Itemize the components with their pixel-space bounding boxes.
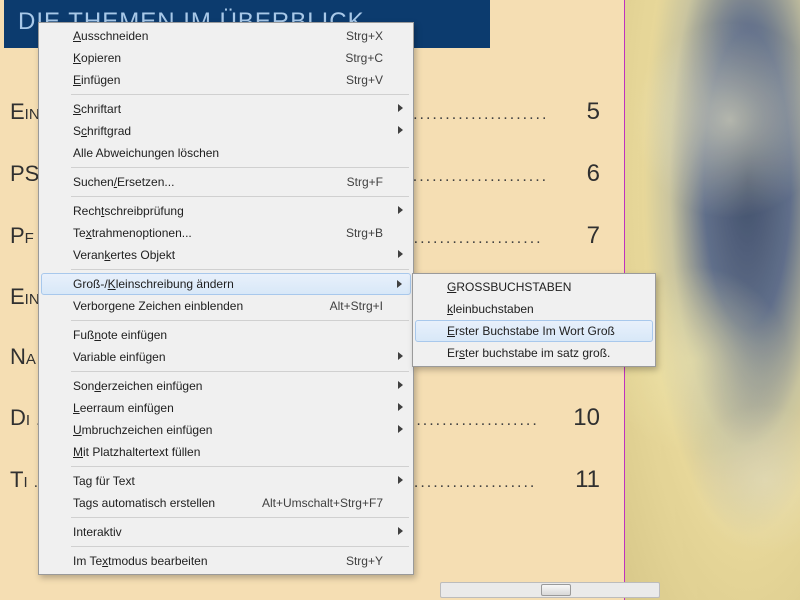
menu-item-autotag[interactable]: Tags automatisch erstellenAlt+Umschalt+S… <box>41 492 411 514</box>
toc-label: Ein <box>10 284 40 310</box>
toc-label: PS <box>10 161 39 187</box>
submenu-arrow-icon <box>398 352 403 360</box>
toc-page: 5 <box>587 98 600 126</box>
menu-separator <box>71 94 409 95</box>
menu-label: Erster buchstabe im satz groß. <box>447 346 625 360</box>
menu-separator <box>71 269 409 270</box>
menu-label: Umbruchzeichen einfügen <box>73 423 383 437</box>
submenu-arrow-icon <box>398 126 403 134</box>
menu-item-whitespace[interactable]: Leerraum einfügen <box>41 397 411 419</box>
menu-item-tag-for-text[interactable]: Tag für Text <box>41 470 411 492</box>
submenu-arrow-icon <box>398 425 403 433</box>
menu-item-anchored-object[interactable]: Verankertes Objekt <box>41 244 411 266</box>
submenu-arrow-icon <box>398 403 403 411</box>
submenu-item-title-case[interactable]: Erster Buchstabe Im Wort Groß <box>415 320 653 342</box>
menu-item-spellcheck[interactable]: Rechtschreibprüfung <box>41 200 411 222</box>
menu-item-variable[interactable]: Variable einfügen <box>41 346 411 368</box>
menu-item-find-replace[interactable]: Suchen/Ersetzen...Strg+F <box>41 171 411 193</box>
menu-separator <box>71 517 409 518</box>
menu-label: Interaktiv <box>73 525 383 539</box>
menu-label: Einfügen <box>73 73 346 87</box>
menu-label: Rechtschreibprüfung <box>73 204 383 218</box>
menu-separator <box>71 320 409 321</box>
toc-label: Di <box>10 405 30 431</box>
submenu-arrow-icon <box>398 527 403 535</box>
menu-label: Mit Platzhaltertext füllen <box>73 445 383 459</box>
menu-shortcut: Strg+V <box>346 73 383 87</box>
menu-label: Leerraum einfügen <box>73 401 383 415</box>
toc-label: Na <box>10 344 36 370</box>
menu-label: Suchen/Ersetzen... <box>73 175 347 189</box>
toc-label: Ti <box>10 467 28 493</box>
menu-label: Im Textmodus bearbeiten <box>73 554 346 568</box>
menu-label: Fußnote einfügen <box>73 328 383 342</box>
menu-label: Verborgene Zeichen einblenden <box>73 299 330 313</box>
toc-page: 6 <box>587 160 600 188</box>
menu-item-interactive[interactable]: Interaktiv <box>41 521 411 543</box>
menu-label: Groß-/Kleinschreibung ändern <box>73 277 383 291</box>
submenu-arrow-icon <box>397 280 402 288</box>
submenu-change-case[interactable]: GROSSBUCHSTABEN kleinbuchstaben Erster B… <box>412 273 656 367</box>
menu-label: Variable einfügen <box>73 350 383 364</box>
toc-label: Ein <box>10 99 40 125</box>
menu-item-font[interactable]: Schriftart <box>41 98 411 120</box>
submenu-arrow-icon <box>398 250 403 258</box>
menu-item-paste[interactable]: EinfügenStrg+V <box>41 69 411 91</box>
toc-page: 7 <box>587 222 600 250</box>
toc-label: Pf <box>10 223 34 249</box>
menu-shortcut: Strg+B <box>346 226 383 240</box>
submenu-item-lowercase[interactable]: kleinbuchstaben <box>415 298 653 320</box>
menu-label: Verankertes Objekt <box>73 248 383 262</box>
toc-page: 11 <box>575 466 600 494</box>
menu-shortcut: Alt+Umschalt+Strg+F7 <box>262 496 383 510</box>
menu-label: Ausschneiden <box>73 29 346 43</box>
menu-item-special-char[interactable]: Sonderzeichen einfügen <box>41 375 411 397</box>
submenu-item-uppercase[interactable]: GROSSBUCHSTABEN <box>415 276 653 298</box>
menu-shortcut: Strg+Y <box>346 554 383 568</box>
toc-page: 10 <box>573 404 600 432</box>
menu-label: Tags automatisch erstellen <box>73 496 262 510</box>
menu-item-frame-options[interactable]: Textrahmenoptionen...Strg+B <box>41 222 411 244</box>
menu-item-break-char[interactable]: Umbruchzeichen einfügen <box>41 419 411 441</box>
horizontal-scrollbar[interactable] <box>440 582 660 598</box>
submenu-item-sentence-case[interactable]: Erster buchstabe im satz groß. <box>415 342 653 364</box>
menu-separator <box>71 371 409 372</box>
menu-shortcut: Strg+X <box>346 29 383 43</box>
menu-shortcut: Alt+Strg+I <box>330 299 383 313</box>
menu-item-clear-overrides[interactable]: Alle Abweichungen löschen <box>41 142 411 164</box>
submenu-arrow-icon <box>398 104 403 112</box>
menu-label: Erster Buchstabe Im Wort Groß <box>447 324 625 338</box>
menu-label: Textrahmenoptionen... <box>73 226 346 240</box>
submenu-arrow-icon <box>398 381 403 389</box>
menu-separator <box>71 167 409 168</box>
menu-item-footnote[interactable]: Fußnote einfügen <box>41 324 411 346</box>
menu-label: kleinbuchstaben <box>447 302 625 316</box>
menu-item-cut[interactable]: AusschneidenStrg+X <box>41 25 411 47</box>
scrollbar-thumb[interactable] <box>541 584 571 596</box>
menu-separator <box>71 546 409 547</box>
menu-label: Kopieren <box>73 51 345 65</box>
menu-item-show-hidden[interactable]: Verborgene Zeichen einblendenAlt+Strg+I <box>41 295 411 317</box>
menu-separator <box>71 466 409 467</box>
menu-item-copy[interactable]: KopierenStrg+C <box>41 47 411 69</box>
submenu-arrow-icon <box>398 206 403 214</box>
menu-separator <box>71 196 409 197</box>
menu-label: Schriftart <box>73 102 383 116</box>
menu-label: Tag für Text <box>73 474 383 488</box>
context-menu[interactable]: AusschneidenStrg+X KopierenStrg+C Einfüg… <box>38 22 414 575</box>
menu-shortcut: Strg+F <box>347 175 383 189</box>
menu-label: GROSSBUCHSTABEN <box>447 280 625 294</box>
menu-shortcut: Strg+C <box>345 51 383 65</box>
menu-item-story-editor[interactable]: Im Textmodus bearbeitenStrg+Y <box>41 550 411 572</box>
menu-label: Schriftgrad <box>73 124 383 138</box>
menu-item-fontsize[interactable]: Schriftgrad <box>41 120 411 142</box>
menu-item-change-case[interactable]: Groß-/Kleinschreibung ändern <box>41 273 411 295</box>
submenu-arrow-icon <box>398 476 403 484</box>
menu-label: Alle Abweichungen löschen <box>73 146 383 160</box>
menu-label: Sonderzeichen einfügen <box>73 379 383 393</box>
menu-item-placeholder[interactable]: Mit Platzhaltertext füllen <box>41 441 411 463</box>
